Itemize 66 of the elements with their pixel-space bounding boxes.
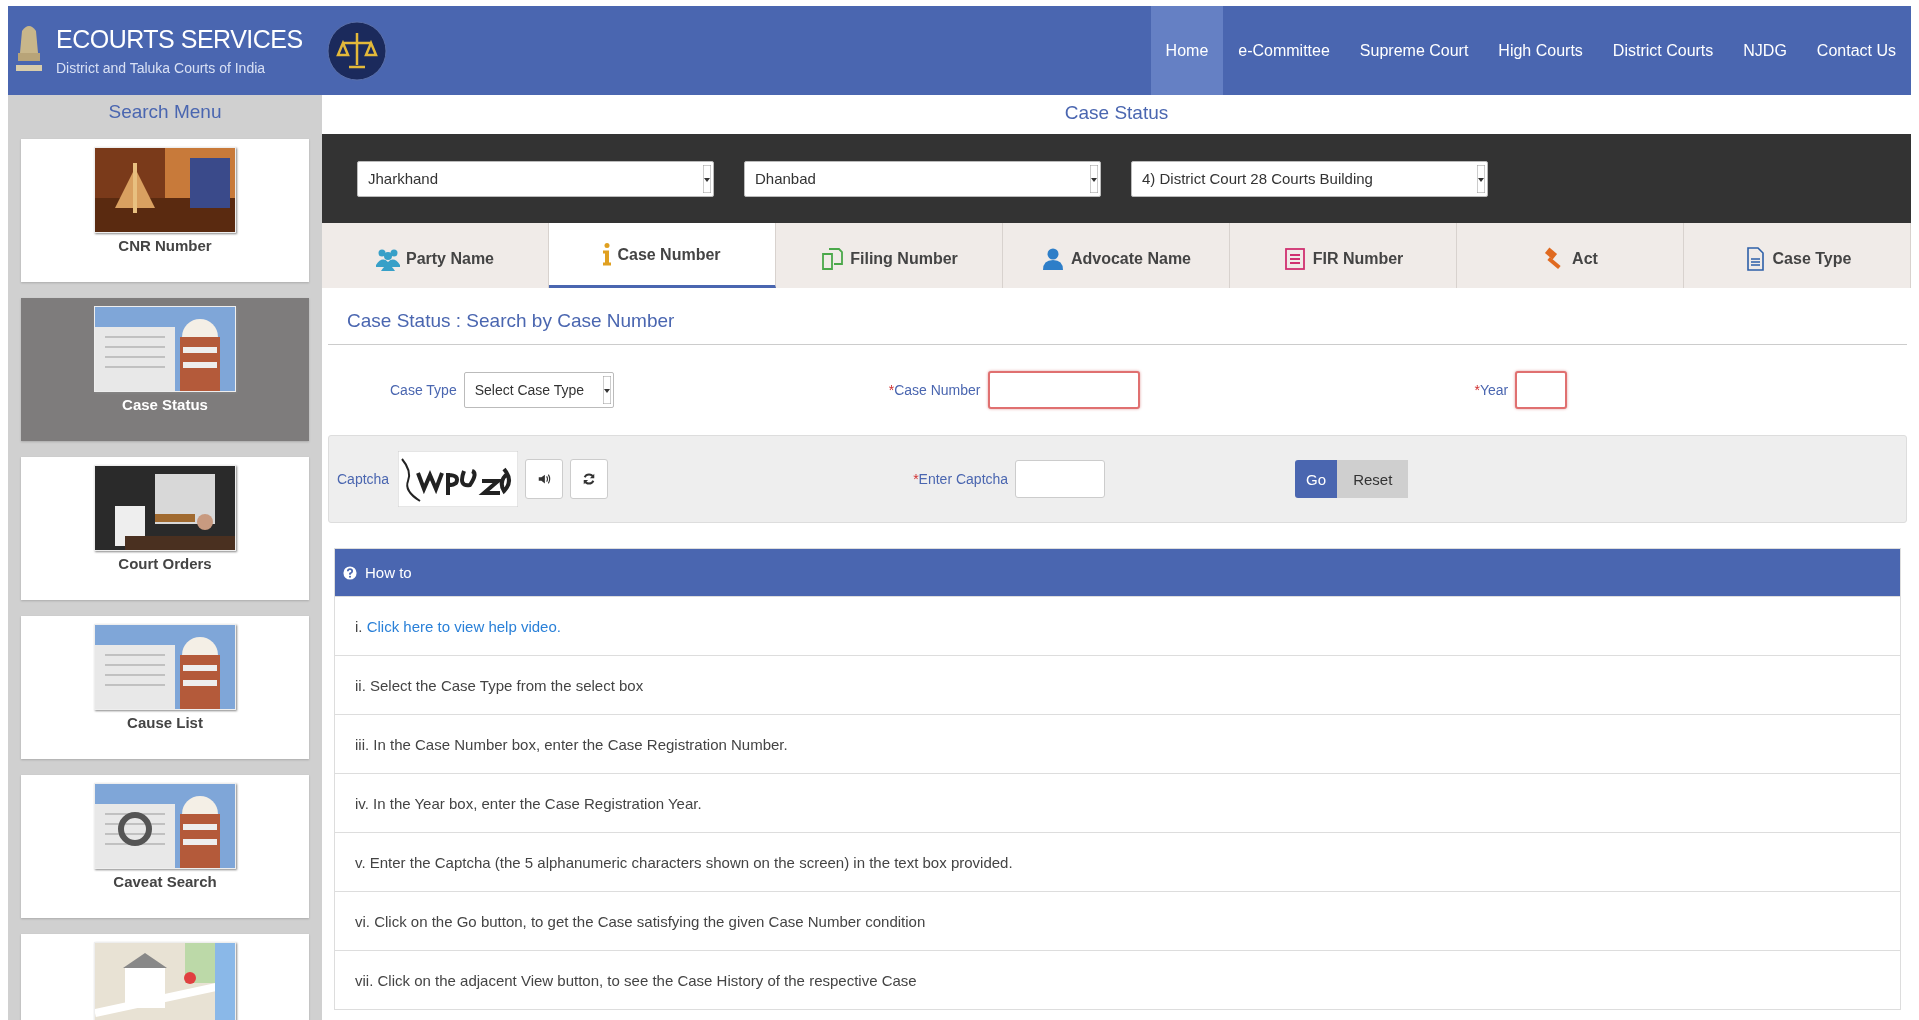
- menu-card[interactable]: Cause List: [21, 616, 309, 759]
- field-label: Case Type: [390, 382, 457, 398]
- speaker-icon: [537, 472, 552, 486]
- site-title: ECOURTS SERVICES: [56, 25, 303, 54]
- tab[interactable]: Case Number: [549, 223, 776, 288]
- form-heading: Case Status : Search by Case Number: [346, 309, 676, 332]
- reset-button[interactable]: Reset: [1337, 460, 1409, 498]
- select-field[interactable]: Jharkhand: [357, 160, 714, 197]
- tab[interactable]: Filing Number: [776, 223, 1003, 288]
- instruction-text: iv. In the Year box, enter the Case Registration Year.: [355, 794, 702, 812]
- howto-title: How to: [365, 564, 412, 581]
- tab[interactable]: FIR Number: [1230, 223, 1457, 288]
- menu-card[interactable]: Court Orders: [21, 457, 309, 600]
- menu-card[interactable]: Case Status: [21, 298, 309, 441]
- nav-link[interactable]: NJDG: [1728, 6, 1802, 95]
- audio-button[interactable]: [525, 459, 564, 499]
- tab[interactable]: Advocate Name: [1003, 223, 1230, 288]
- caret-icon: [1477, 164, 1485, 193]
- person-icon: [1040, 247, 1065, 271]
- menu-card-label: Case Status: [122, 396, 208, 413]
- nav-link[interactable]: Supreme Court: [1344, 6, 1484, 95]
- case-type-select[interactable]: Select Case Type: [463, 372, 614, 408]
- sidebar-title: Search Menu: [108, 101, 222, 123]
- nav-link[interactable]: High Courts: [1483, 6, 1598, 95]
- menu-card[interactable]: Caveat Search: [21, 775, 309, 918]
- field-label: *Enter Captcha: [913, 471, 1009, 487]
- instruction-text: ii. Select the Case Type from the select box: [355, 676, 644, 694]
- menu-card-label: CNR Number: [118, 237, 212, 254]
- page-title: Case Status: [1064, 101, 1169, 125]
- instruction-text: v. Enter the Captcha (the 5 alphanumeric characters shown on the screen) in the text box provided.: [355, 853, 1013, 871]
- case-number-input[interactable]: [987, 371, 1140, 409]
- caret-icon: [602, 376, 611, 404]
- info-icon: [603, 243, 612, 266]
- scales-logo-icon: [326, 20, 387, 81]
- instruction-text: iii. In the Case Number box, enter the Case Registration Number.: [355, 735, 788, 753]
- year-input[interactable]: [1515, 371, 1568, 409]
- people-icon: [375, 247, 400, 271]
- list-icon: [1282, 247, 1307, 271]
- caret-icon: [1090, 164, 1098, 193]
- nav-link[interactable]: e-Committee: [1223, 6, 1345, 95]
- refresh-button[interactable]: [570, 459, 609, 499]
- field-label: Captcha: [337, 471, 390, 487]
- menu-card-label: Court Orders: [118, 555, 212, 572]
- nav-link[interactable]: Home: [1150, 6, 1224, 95]
- field-label: *Case Number: [888, 382, 981, 398]
- instruction-text: vii. Click on the adjacent View button, to see the Case History of the respective Case: [355, 971, 917, 989]
- captcha-input[interactable]: [1015, 460, 1106, 498]
- tab[interactable]: Act: [1457, 223, 1684, 288]
- go-button[interactable]: Go: [1295, 460, 1338, 498]
- refresh-icon: [582, 472, 597, 486]
- nav-link[interactable]: District Courts: [1597, 6, 1729, 95]
- menu-card-label: Caveat Search: [113, 873, 217, 890]
- nav-link[interactable]: Contact Us: [1801, 6, 1911, 95]
- field-label: *Year: [1474, 382, 1509, 398]
- menu-card[interactable]: CNR Number: [21, 139, 309, 282]
- help-video-link[interactable]: Click here to view help video.: [366, 617, 561, 635]
- select-field[interactable]: 4) District Court 28 Courts Building: [1131, 160, 1488, 197]
- menu-card-label: Cause List: [127, 714, 203, 731]
- tab[interactable]: Case Type: [1684, 223, 1911, 288]
- copy-icon: [820, 247, 845, 271]
- instruction-text: i. Click here to view help video.: [355, 617, 561, 635]
- help-icon: [343, 565, 357, 580]
- instruction-text: vi. Click on the Go button, to get the Case satisfying the given Case Number condition: [355, 912, 926, 930]
- caret-icon: [703, 164, 711, 193]
- site-subtitle: District and Taluka Courts of India: [56, 60, 267, 76]
- select-field[interactable]: Dhanbad: [744, 160, 1101, 197]
